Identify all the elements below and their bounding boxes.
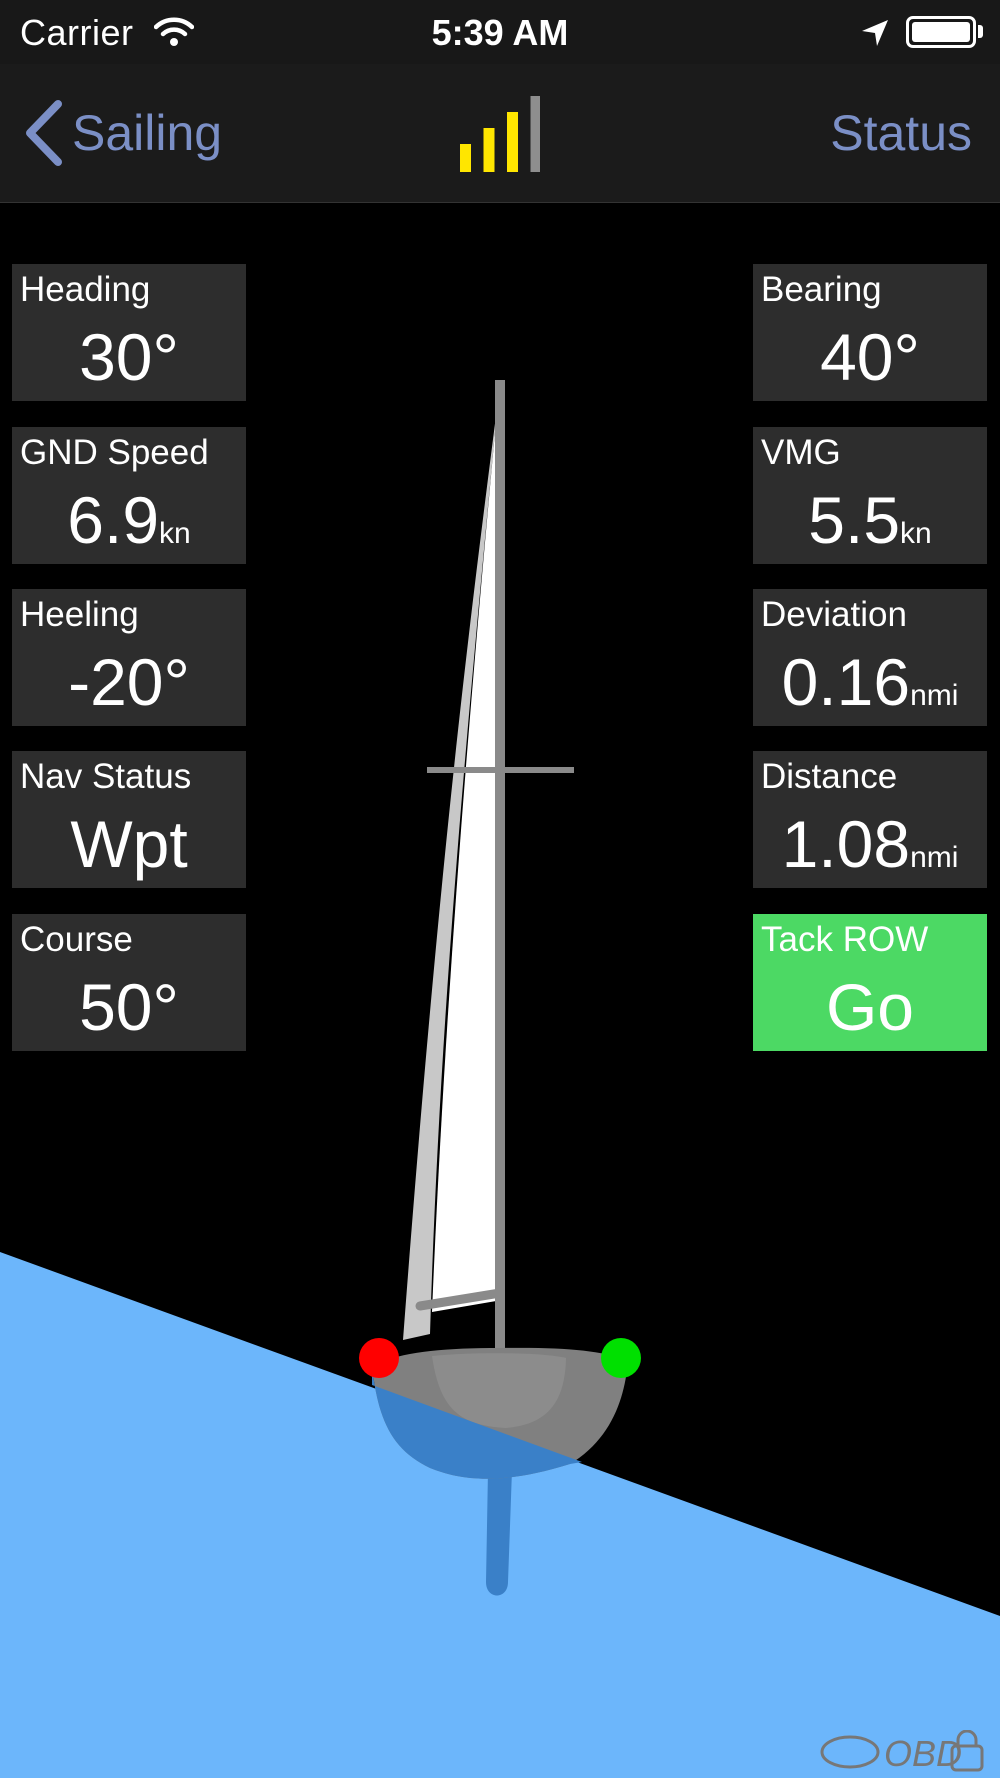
vmg-tile: VMG 5.5kn [753,427,987,564]
deviation-value: 0.16nmi [781,645,959,719]
course-tile: Course 50° [12,914,246,1051]
tack-row-value: Go [825,970,915,1044]
heading-tile: Heading 30° [12,264,246,401]
course-value: 50° [79,970,179,1044]
port-light [359,1338,399,1378]
ground-speed-tile: GND Speed 6.9kn [12,427,246,564]
ground-speed-value: 6.9kn [67,483,191,557]
distance-tile: Distance 1.08nmi [753,751,987,888]
heeling-label: Heeling [20,595,139,634]
vmg-label: VMG [761,433,841,472]
main-sail [432,400,502,1312]
bearing-label: Bearing [761,270,882,309]
heading-value: 30° [79,320,179,394]
heading-label: Heading [20,270,151,309]
spreader [427,767,574,773]
nav-status-tile: Nav Status Wpt [12,751,246,888]
mast [495,380,505,1352]
keel [486,1470,512,1596]
obd-logo-icon: OBD [820,1730,984,1774]
bearing-value: 40° [820,320,920,394]
boom [415,1288,505,1311]
nav-status-value: Wpt [70,807,188,881]
heeling-value: -20° [68,645,190,719]
nav-status-label: Nav Status [20,757,192,796]
tack-row-button[interactable]: Tack ROW Go [753,914,987,1051]
bearing-tile: Bearing 40° [753,264,987,401]
deviation-tile: Deviation 0.16nmi [753,589,987,726]
vmg-value: 5.5kn [808,483,932,557]
ground-speed-label: GND Speed [20,433,209,472]
svg-text:OBD: OBD [884,1733,962,1774]
heeling-tile: Heeling -20° [12,589,246,726]
tack-row-label: Tack ROW [761,920,929,959]
course-label: Course [20,920,133,959]
deviation-label: Deviation [761,595,907,634]
starboard-light [601,1338,641,1378]
distance-label: Distance [761,757,898,796]
distance-value: 1.08nmi [781,807,959,881]
